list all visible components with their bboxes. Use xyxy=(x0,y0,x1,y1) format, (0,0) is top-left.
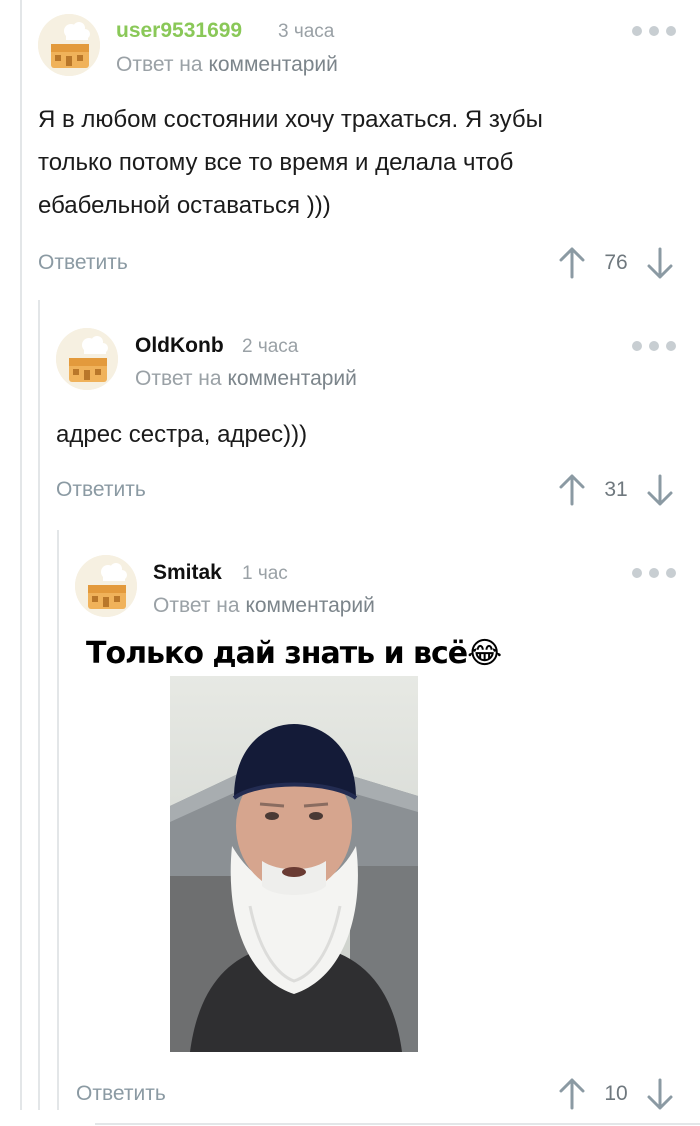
comment-author[interactable]: user9531699 xyxy=(116,19,242,43)
avatar[interactable] xyxy=(38,14,100,76)
comment-score: 76 xyxy=(604,251,628,274)
arrow-down-icon[interactable] xyxy=(646,473,674,507)
comment-text-line-1: адрес сестра, адрес))) xyxy=(56,421,308,448)
divider xyxy=(95,1123,700,1125)
thread-line-level-2 xyxy=(38,300,40,1110)
default-avatar-icon xyxy=(38,14,100,76)
comment-time: 2 часа xyxy=(242,336,299,357)
reply-to-link[interactable]: комментарий xyxy=(227,367,356,390)
avatar[interactable] xyxy=(56,328,118,390)
arrow-up-icon[interactable] xyxy=(558,1077,586,1111)
comment-text-line-1: Я в любом состоянии хочу трахаться. Я зу… xyxy=(38,106,543,133)
comment-author[interactable]: Smitak xyxy=(153,561,222,585)
reply-button[interactable]: Ответить xyxy=(56,478,146,502)
reply-to-prefix: Ответ на xyxy=(135,367,222,390)
more-dots-icon[interactable] xyxy=(632,566,676,580)
default-avatar-icon xyxy=(56,328,118,390)
meme-photo xyxy=(170,676,418,1052)
comment-score: 31 xyxy=(604,478,628,501)
comment-time: 1 час xyxy=(242,563,288,584)
arrow-down-icon[interactable] xyxy=(646,1077,674,1111)
more-dots-icon[interactable] xyxy=(632,339,676,353)
reply-to-link[interactable]: комментарий xyxy=(245,594,374,617)
more-dots-icon[interactable] xyxy=(632,24,676,38)
comment-text-line-2: только потому все то время и делала чтоб xyxy=(38,149,514,176)
comment-image[interactable]: Только дай знать и всё😂 xyxy=(78,630,502,1055)
thread-line-level-1 xyxy=(20,0,22,1110)
reply-button[interactable]: Ответить xyxy=(76,1082,166,1106)
arrow-up-icon[interactable] xyxy=(558,246,586,280)
reply-to-link[interactable]: комментарий xyxy=(208,53,337,76)
comment-time: 3 часа xyxy=(278,21,335,42)
comment-score: 10 xyxy=(604,1082,628,1105)
reply-to-line: Ответ на комментарий xyxy=(116,53,338,77)
reply-to-line: Ответ на комментарий xyxy=(153,594,375,618)
meme-caption: Только дай знать и всё😂 xyxy=(86,636,502,671)
reply-button[interactable]: Ответить xyxy=(38,251,128,275)
reply-to-line: Ответ на комментарий xyxy=(135,367,357,391)
avatar[interactable] xyxy=(75,555,137,617)
thread-line-level-3 xyxy=(57,530,59,1110)
reply-to-prefix: Ответ на xyxy=(116,53,203,76)
comment-author[interactable]: OldKonb xyxy=(135,334,224,358)
arrow-up-icon[interactable] xyxy=(558,473,586,507)
comment-text-line-3: ебабельной оставаться ))) xyxy=(38,192,331,219)
default-avatar-icon xyxy=(75,555,137,617)
reply-to-prefix: Ответ на xyxy=(153,594,240,617)
arrow-down-icon[interactable] xyxy=(646,246,674,280)
